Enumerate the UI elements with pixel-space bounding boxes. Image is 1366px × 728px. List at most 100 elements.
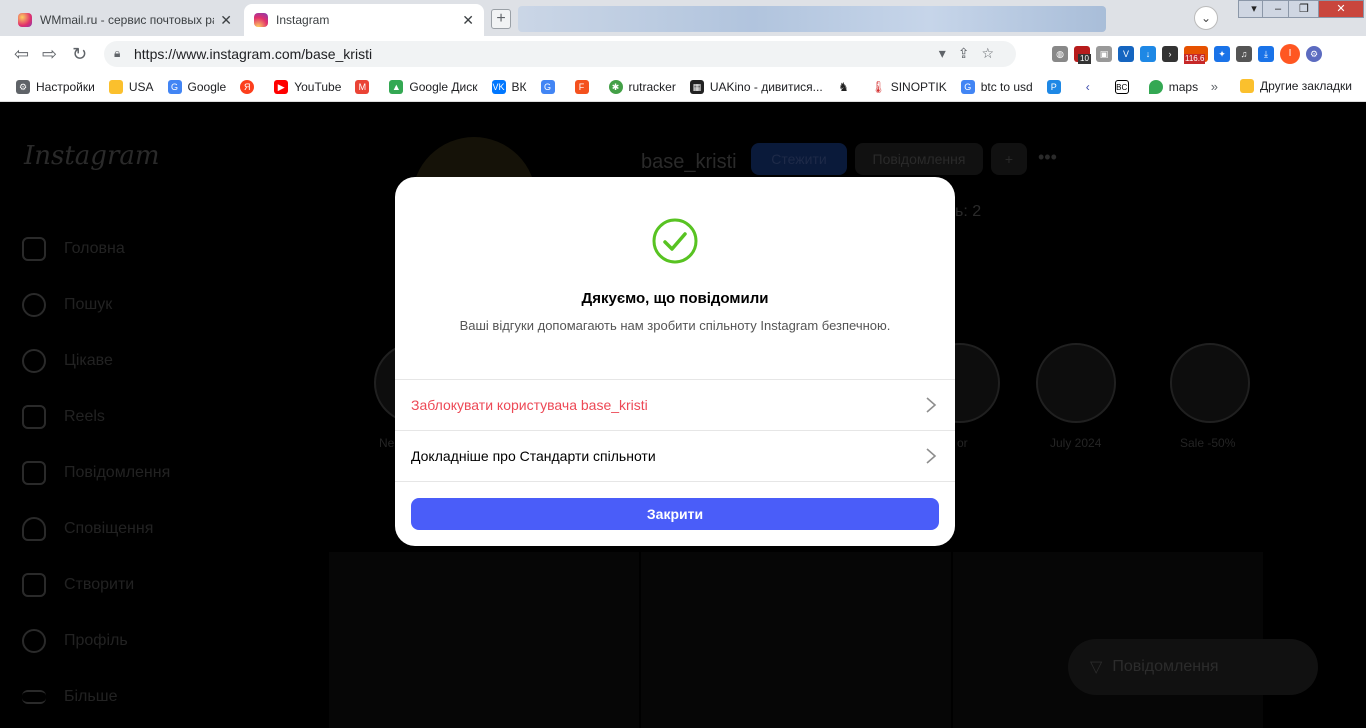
nav-search[interactable]: Пошук bbox=[22, 277, 170, 333]
nav-label: Повідомлення bbox=[64, 464, 171, 481]
add-user-icon[interactable]: + bbox=[991, 143, 1027, 175]
report-confirmation-dialog: Дякуємо, що повідомили Ваші відгуки допо… bbox=[395, 177, 955, 546]
other-bookmarks[interactable]: Другие закладки bbox=[1240, 79, 1352, 93]
nav-profile[interactable]: Профіль bbox=[22, 613, 170, 669]
bookmark-chess[interactable]: ♞ bbox=[836, 79, 857, 94]
nav-notifications[interactable]: Сповіщення bbox=[22, 501, 170, 557]
highlight-label: Ne bbox=[379, 436, 395, 450]
messages-pill[interactable]: ▽ Повідомлення bbox=[1068, 639, 1318, 695]
highlight-story[interactable] bbox=[1036, 343, 1116, 423]
menu-extension-icon[interactable]: ⚙ bbox=[1306, 46, 1322, 62]
dialog-title: Дякуємо, що повідомили bbox=[581, 290, 769, 307]
nav-messages[interactable]: Повідомлення bbox=[22, 445, 170, 501]
terminal-icon[interactable]: › bbox=[1162, 46, 1178, 62]
post-thumbnail[interactable] bbox=[641, 552, 951, 728]
reels-icon bbox=[22, 405, 46, 429]
close-tab-icon[interactable]: ✕ bbox=[462, 12, 474, 29]
nav-label: Цікаве bbox=[64, 352, 113, 369]
chess-icon: ♞ bbox=[836, 79, 851, 94]
media-icon[interactable]: ♫ bbox=[1236, 46, 1252, 62]
rutracker-icon: ✱ bbox=[608, 79, 623, 94]
youtube-icon: ▶ bbox=[274, 79, 289, 94]
bookmark-rutracker[interactable]: ✱ rutracker bbox=[608, 79, 676, 94]
google-icon: G bbox=[167, 79, 182, 94]
bookmark-label: SINOPTIK bbox=[890, 79, 947, 94]
tab-instagram[interactable]: Instagram ✕ bbox=[244, 4, 484, 36]
more-bookmarks-icon[interactable]: » bbox=[1211, 79, 1218, 94]
tab-title: WMmail.ru - сервис почтовых рас bbox=[40, 13, 215, 27]
extensions-area: ◍ 10 ▣ V ↓ › 116.6 ✦ ♫ ⤓ I ⚙ bbox=[1052, 44, 1322, 64]
compass-icon bbox=[22, 349, 46, 373]
more-options-icon[interactable]: ••• bbox=[1038, 147, 1057, 168]
profile-username: base_kristi bbox=[641, 151, 737, 173]
bookmark-label: rutracker bbox=[628, 79, 676, 94]
bookmark-drive[interactable]: ▲ Google Диск bbox=[389, 79, 478, 94]
yandex-icon: Я bbox=[240, 79, 255, 94]
v-extension-icon[interactable]: V bbox=[1118, 46, 1134, 62]
bookmark-arrow[interactable]: ‹ bbox=[1080, 79, 1101, 94]
maximize-button[interactable]: ❐ bbox=[1288, 0, 1320, 18]
translate-icon: G bbox=[540, 79, 555, 94]
bookmark-label: ВК bbox=[511, 79, 527, 94]
bookmark-sinoptik[interactable]: 🌡︎ SINOPTIK bbox=[870, 79, 947, 94]
puzzle-icon[interactable]: ✦ bbox=[1214, 46, 1230, 62]
bookmark-settings[interactable]: ⚙ Настройки bbox=[16, 79, 95, 94]
bc-icon: BC bbox=[1114, 79, 1129, 94]
google-icon: G bbox=[960, 79, 975, 94]
community-standards-option[interactable]: Докладніше про Стандарти спільноти bbox=[395, 430, 955, 481]
profile-avatar[interactable]: I bbox=[1280, 44, 1300, 64]
briefcase-icon[interactable]: ▣ bbox=[1096, 46, 1112, 62]
highlight-story[interactable] bbox=[1170, 343, 1250, 423]
bookmark-uakino[interactable]: ▦ UAKino - дивитися... bbox=[689, 79, 823, 94]
bookmark-usa[interactable]: USA bbox=[108, 79, 154, 94]
bookmark-f[interactable]: F bbox=[574, 79, 595, 94]
gear-icon: ⚙ bbox=[16, 79, 30, 94]
nav-more[interactable]: Більше bbox=[22, 669, 170, 725]
message-button[interactable]: Повідомлення bbox=[855, 143, 983, 175]
bookmark-gmail[interactable]: M bbox=[355, 79, 375, 94]
nav-reels[interactable]: Reels bbox=[22, 389, 170, 445]
close-window-button[interactable]: ✕ bbox=[1318, 0, 1364, 18]
downloads-icon[interactable]: ⤓ bbox=[1258, 46, 1274, 62]
globe-icon[interactable]: ◍ bbox=[1052, 46, 1068, 62]
heart-icon bbox=[22, 517, 46, 541]
bookmark-yandex[interactable]: Я bbox=[240, 79, 260, 94]
download-helper-icon[interactable]: ↓ bbox=[1140, 46, 1156, 62]
post-thumbnail[interactable] bbox=[329, 552, 639, 728]
browser-toolbar: ⇦ ⇨ ↻ 🔒︎ https://www.instagram.com/base_… bbox=[0, 36, 1366, 72]
nav-home[interactable]: Головна bbox=[22, 221, 170, 277]
counter-extension-icon[interactable]: 116.6 bbox=[1184, 46, 1208, 64]
tab-search-icon[interactable]: ⌄ bbox=[1194, 6, 1218, 30]
close-tab-icon[interactable]: ✕ bbox=[220, 12, 232, 29]
back-icon[interactable]: ⇦ bbox=[14, 44, 29, 65]
nav-create[interactable]: Створити bbox=[22, 557, 170, 613]
send-icon bbox=[22, 461, 46, 485]
bookmark-youtube[interactable]: ▶ YouTube bbox=[274, 79, 341, 94]
shield-extension-icon[interactable]: 10 bbox=[1074, 46, 1091, 64]
block-user-option[interactable]: Заблокувати користувача base_kristi bbox=[395, 379, 955, 430]
f-icon: F bbox=[574, 79, 589, 94]
bookmark-google[interactable]: G Google bbox=[167, 79, 226, 94]
address-bar[interactable]: 🔒︎ https://www.instagram.com/base_kristi… bbox=[104, 41, 1016, 67]
highlight-label: July 2024 bbox=[1050, 436, 1102, 450]
url-text: https://www.instagram.com/base_kristi bbox=[134, 46, 373, 62]
bookmark-bc[interactable]: BC bbox=[1114, 79, 1135, 94]
bookmark-translate[interactable]: G bbox=[540, 79, 561, 94]
close-button[interactable]: Закрити bbox=[411, 498, 939, 530]
bookmark-btc[interactable]: Gbtc to usd bbox=[960, 79, 1033, 94]
reload-icon[interactable]: ↻ bbox=[72, 44, 87, 65]
new-tab-button[interactable]: + bbox=[491, 9, 511, 29]
community-standards-label: Докладніше про Стандарти спільноти bbox=[411, 448, 656, 464]
tab-wmmail[interactable]: WMmail.ru - сервис почтовых рас ✕ bbox=[8, 4, 242, 36]
instagram-logo[interactable]: Instagram bbox=[24, 141, 160, 171]
bookmark-vk[interactable]: VK ВК bbox=[491, 79, 527, 94]
bookmark-maps[interactable]: maps bbox=[1148, 79, 1198, 94]
other-bookmarks-label: Другие закладки bbox=[1260, 79, 1352, 93]
address-actions[interactable]: ▾⇪☆ bbox=[939, 45, 1006, 62]
background-tabs bbox=[518, 6, 1106, 32]
send-icon: ▽ bbox=[1090, 659, 1103, 676]
bookmark-p[interactable]: P bbox=[1046, 79, 1067, 94]
nav-explore[interactable]: Цікаве bbox=[22, 333, 170, 389]
forward-icon[interactable]: ⇨ bbox=[42, 44, 57, 65]
follow-button[interactable]: Стежити bbox=[751, 143, 847, 175]
